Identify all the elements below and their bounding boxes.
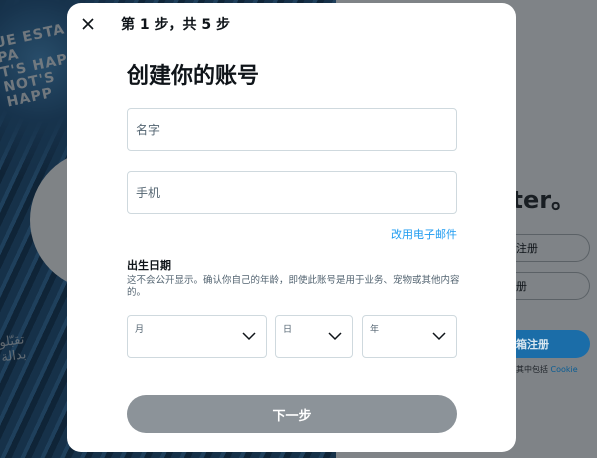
month-label: 月 [135,325,145,335]
close-icon [82,18,94,30]
phone-field-container [127,171,457,214]
cookie-link: Cookie [550,365,578,374]
page-title: 创建你的账号 [127,64,260,89]
use-email-link[interactable]: 改用电子邮件 [391,226,457,242]
day-label: 日 [283,325,293,335]
dob-title: 出生日期 [127,259,171,272]
close-button[interactable] [77,13,99,35]
day-select[interactable]: 日 [275,315,353,358]
chevron-down-icon [432,332,446,341]
phone-input[interactable] [128,172,456,213]
cookie-note-text: 其中包括 [516,365,548,374]
year-label: 年 [370,325,380,335]
dob-description: 这不会公开显示。确认你自己的年龄，即使此账号是用于业务、宠物或其他内容的。 [127,275,460,298]
background-cookie-note: 其中包括 Cookie [516,364,578,375]
year-select[interactable]: 年 [362,315,457,358]
step-indicator: 第 1 步，共 5 步 [121,17,230,33]
month-select[interactable]: 月 [127,315,267,358]
chevron-down-icon [242,332,256,341]
chevron-down-icon [328,332,342,341]
signup-modal: 第 1 步，共 5 步 创建你的账号 改用电子邮件 出生日期 这不会公开显示。确… [67,3,516,452]
next-button[interactable]: 下一步 [127,395,457,433]
name-field-container [127,108,457,151]
name-input[interactable] [128,109,456,150]
